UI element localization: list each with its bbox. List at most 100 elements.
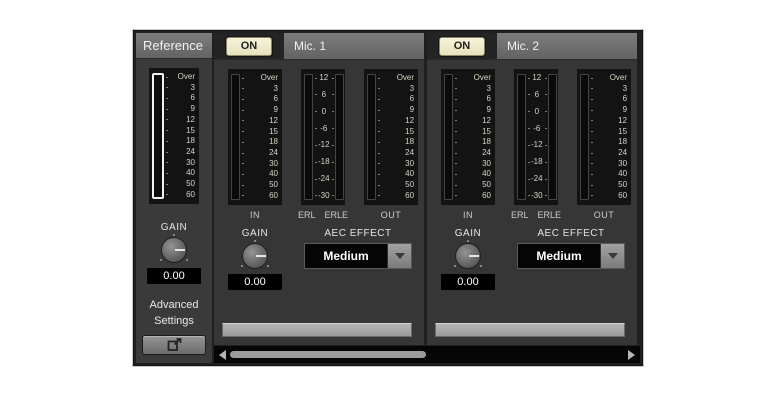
reference-gain-knob[interactable] bbox=[159, 235, 189, 265]
channel-title: Mic. 2 bbox=[497, 33, 637, 59]
advanced-settings-line2: Settings bbox=[150, 313, 199, 329]
meter-scale-row: Over bbox=[589, 74, 628, 82]
meter-scale-row: 9 bbox=[164, 105, 196, 113]
meter-scale-row: 60 bbox=[453, 192, 492, 200]
channel-strip-mic2: ON Mic. 2 Over3691215182430405060 IN 126… bbox=[427, 33, 637, 345]
meter-scale-row: 18 bbox=[240, 138, 279, 146]
erl-erle-captions: ERL ERLE bbox=[298, 210, 348, 220]
dropdown-button[interactable] bbox=[600, 244, 624, 268]
channel-footer-bar bbox=[435, 323, 625, 337]
advanced-settings-line1: Advanced bbox=[150, 297, 199, 313]
aec-effect-block: AEC EFFECT Medium bbox=[304, 228, 412, 269]
meter-scale-row: 40 bbox=[164, 169, 196, 177]
channels-area: ON Mic. 1 Over3691215182430405060 IN 126… bbox=[214, 33, 640, 363]
meter-scale-row: 18 bbox=[164, 137, 196, 145]
meter-scale-row: 15 bbox=[589, 128, 628, 136]
erle-meter-bar bbox=[548, 74, 557, 200]
meter-scale-row: 6 bbox=[164, 94, 196, 102]
meter-scale-row: 6 bbox=[313, 91, 335, 99]
meter-scale-row: 50 bbox=[589, 181, 628, 189]
meter-scale-row: 3 bbox=[376, 85, 415, 93]
knob-icon bbox=[455, 243, 481, 269]
in-meter-group: Over3691215182430405060 IN bbox=[441, 69, 495, 220]
dropdown-button[interactable] bbox=[387, 244, 411, 268]
aec-effect-block: AEC EFFECT Medium bbox=[517, 228, 625, 269]
out-meter-group: Over3691215182430405060 OUT bbox=[577, 69, 631, 220]
out-caption: OUT bbox=[594, 210, 615, 220]
erle-caption: ERLE bbox=[538, 210, 562, 220]
channel-strip-mic1: ON Mic. 1 Over3691215182430405060 IN 126… bbox=[214, 33, 424, 345]
meter-scale-row: 24 bbox=[376, 149, 415, 157]
scroll-right-arrow-icon[interactable] bbox=[628, 350, 635, 360]
meter-scale-row: 40 bbox=[240, 170, 279, 178]
erl-erle-meter: 1260-6-12-18-24-30 bbox=[301, 69, 345, 205]
channel-on-button[interactable]: ON bbox=[226, 37, 272, 56]
erl-meter-bar bbox=[517, 74, 526, 200]
meter-scale-row: 40 bbox=[376, 170, 415, 178]
meter-scale-row: 60 bbox=[164, 191, 196, 199]
meter-scale-row: 24 bbox=[164, 148, 196, 156]
meter-scale-row: 30 bbox=[453, 160, 492, 168]
channel-gain-knob[interactable] bbox=[240, 241, 270, 271]
channel-title: Mic. 1 bbox=[284, 33, 424, 59]
meter-scale-row: -12 bbox=[313, 141, 335, 149]
scrollbar-thumb[interactable] bbox=[230, 351, 426, 358]
erl-caption: ERL bbox=[511, 210, 529, 220]
aec-effect-value: Medium bbox=[518, 244, 600, 268]
channel-on-button[interactable]: ON bbox=[439, 37, 485, 56]
meter-scale-row: 50 bbox=[164, 180, 196, 188]
chevron-down-icon bbox=[608, 253, 618, 259]
meter-scale-row: Over bbox=[376, 74, 415, 82]
out-meter-bar bbox=[580, 74, 589, 200]
controls-row: GAIN 0.00 AEC EFFECT Medium bbox=[214, 228, 424, 290]
meter-scale-row: 12 bbox=[240, 117, 279, 125]
channel-gain-value[interactable]: 0.00 bbox=[228, 274, 282, 290]
meter-scale-row: 0 bbox=[526, 108, 548, 116]
aec-effect-dropdown[interactable]: Medium bbox=[304, 243, 412, 269]
horizontal-scrollbar[interactable] bbox=[214, 346, 640, 363]
meter-scale-row: -24 bbox=[526, 175, 548, 183]
meter-scale-row: -24 bbox=[313, 175, 335, 183]
out-meter-group: Over3691215182430405060 OUT bbox=[364, 69, 418, 220]
meter-scale-row: 3 bbox=[589, 85, 628, 93]
meter-scale-row: 18 bbox=[453, 138, 492, 146]
channel-gain-knob[interactable] bbox=[453, 241, 483, 271]
meter-scale-row: -18 bbox=[526, 158, 548, 166]
meter-scale-row: -6 bbox=[526, 125, 548, 133]
in-caption: IN bbox=[463, 210, 473, 220]
meters-row: Over3691215182430405060 IN 1260-6-12-18-… bbox=[214, 69, 424, 220]
meter-scale-row: Over bbox=[240, 74, 279, 82]
aec-effect-label: AEC EFFECT bbox=[537, 228, 604, 239]
meter-scale-row: -30 bbox=[526, 192, 548, 200]
meter-scale-row: 24 bbox=[589, 149, 628, 157]
erl-erle-meter: 1260-6-12-18-24-30 bbox=[514, 69, 558, 205]
meter-scale-row: 24 bbox=[453, 149, 492, 157]
meter-scale-row: 50 bbox=[376, 181, 415, 189]
meter-scale-row: 30 bbox=[240, 160, 279, 168]
meter-scale-row: 18 bbox=[376, 138, 415, 146]
aec-effect-value: Medium bbox=[305, 244, 387, 268]
meter-scale: 1260-6-12-18-24-30 bbox=[526, 74, 548, 200]
erle-caption: ERLE bbox=[325, 210, 349, 220]
channel-gain-value[interactable]: 0.00 bbox=[441, 274, 495, 290]
meter-scale-row: 18 bbox=[589, 138, 628, 146]
meter-scale-row: 6 bbox=[240, 95, 279, 103]
gain-label: GAIN bbox=[161, 222, 187, 233]
scroll-left-arrow-icon[interactable] bbox=[219, 350, 226, 360]
channel-header: ON Mic. 1 bbox=[214, 33, 424, 60]
reference-gain-value[interactable]: 0.00 bbox=[147, 268, 201, 284]
meter-scale-row: 3 bbox=[164, 84, 196, 92]
reference-section: Reference Over3691215182430405060 GAIN 0… bbox=[136, 33, 212, 363]
meter-scale-row: 60 bbox=[589, 192, 628, 200]
advanced-settings-button[interactable] bbox=[142, 335, 206, 355]
meter-scale-row: 12 bbox=[453, 117, 492, 125]
meter-scale-row: 6 bbox=[526, 91, 548, 99]
in-meter-bar bbox=[444, 74, 453, 200]
knob-icon bbox=[161, 237, 187, 263]
aec-effect-dropdown[interactable]: Medium bbox=[517, 243, 625, 269]
meter-scale-row: 40 bbox=[589, 170, 628, 178]
controls-row: GAIN 0.00 AEC EFFECT Medium bbox=[427, 228, 637, 290]
aec-effect-label: AEC EFFECT bbox=[324, 228, 391, 239]
meter-scale-row: 60 bbox=[240, 192, 279, 200]
meter-scale-row: 30 bbox=[376, 160, 415, 168]
